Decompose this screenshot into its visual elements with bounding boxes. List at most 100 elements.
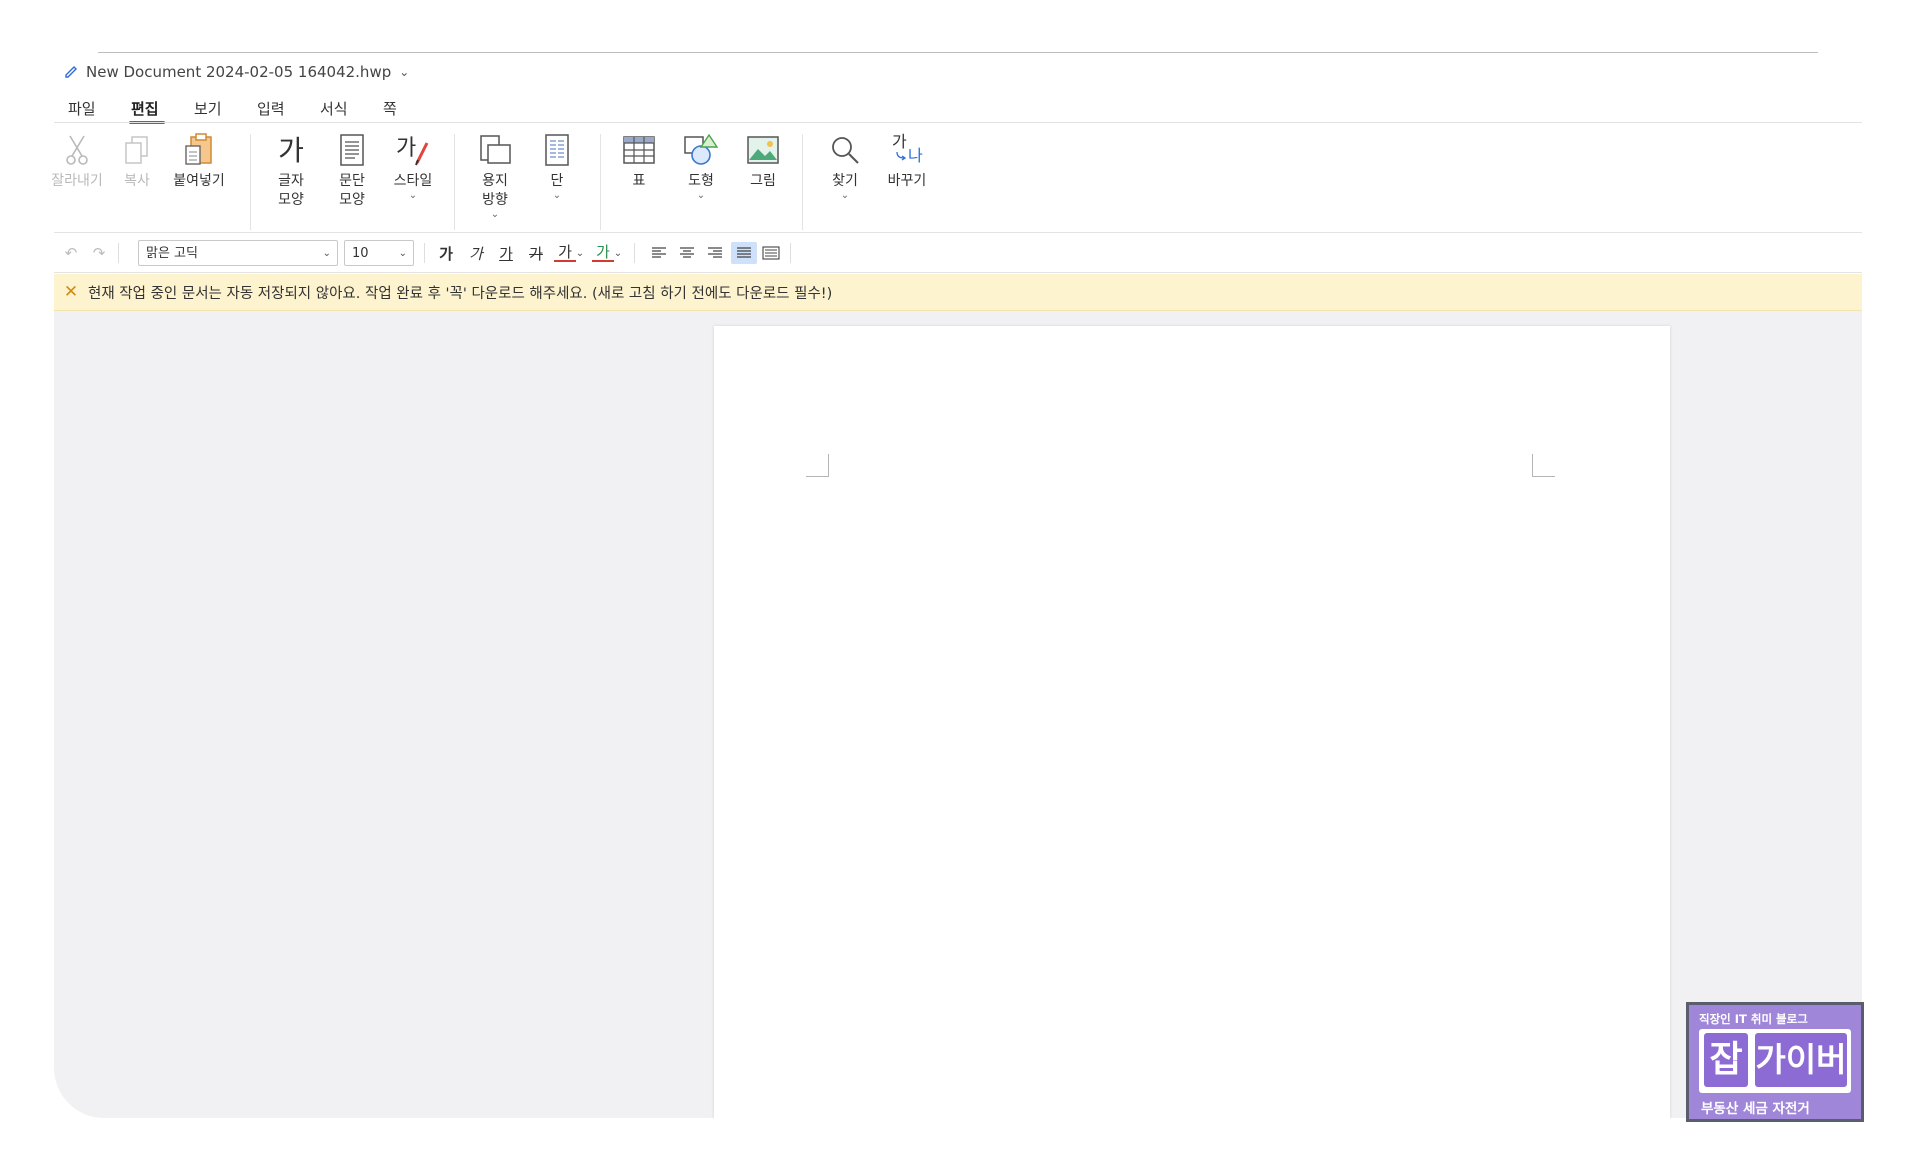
font-size-select[interactable]: 10 ⌄	[344, 240, 414, 266]
para-shape-label-1: 문단	[339, 173, 365, 189]
autosave-notice: ✕ 현재 작업 중인 문서는 자동 저장되지 않아요. 작업 완료 후 '꼭' …	[54, 274, 1862, 311]
watermark-bottom-text: 부동산 세금 자전거	[1701, 1101, 1810, 1117]
document-workspace[interactable]	[54, 311, 1862, 1118]
ribbon-divider	[54, 232, 1862, 233]
page-orientation-label-1: 용지	[482, 173, 508, 189]
chevron-down-icon: ⌄	[408, 190, 418, 201]
redo-icon[interactable]: ↷	[88, 242, 110, 264]
tab-insert[interactable]: 입력	[257, 94, 320, 124]
column-button[interactable]: 단 ⌄	[526, 130, 588, 201]
watermark-top-text: 직장인 IT 취미 블로그	[1699, 1012, 1808, 1026]
watermark-logo: 잡 가이버	[1699, 1029, 1851, 1093]
chevron-down-icon: ⌄	[490, 209, 500, 220]
font-size-value: 10	[352, 246, 369, 261]
paste-icon	[179, 130, 219, 170]
font-name-value: 맑은 고딕	[146, 246, 198, 261]
align-left-icon[interactable]	[648, 242, 670, 264]
chevron-down-icon[interactable]: ⌄	[574, 242, 586, 264]
format-divider	[54, 272, 1862, 273]
font-name-select[interactable]: 맑은 고딕 ⌄	[138, 240, 338, 266]
edit-pencil-icon	[65, 66, 77, 78]
paste-label: 붙여넣기	[173, 173, 225, 189]
tab-file[interactable]: 파일	[68, 94, 131, 124]
chevron-down-icon: ⌄	[840, 190, 850, 201]
shape-button[interactable]: 도형 ⌄	[670, 130, 732, 201]
toolbar-separator	[424, 243, 425, 263]
shape-icon	[681, 130, 721, 170]
copy-label: 복사	[124, 173, 150, 189]
picture-label: 그림	[750, 173, 776, 189]
table-button[interactable]: 표	[608, 130, 670, 191]
ribbon-separator	[250, 134, 251, 230]
chevron-down-icon: ⌄	[696, 190, 706, 201]
watermark-mark-a: 잡	[1704, 1033, 1748, 1087]
char-shape-button[interactable]: 가 글자 모양	[260, 130, 322, 210]
char-shape-icon: 가	[278, 133, 304, 167]
tab-format[interactable]: 서식	[320, 94, 383, 124]
column-label: 단	[550, 173, 564, 189]
strikethrough-button[interactable]: 가	[525, 242, 547, 264]
table-icon	[619, 130, 659, 170]
toolbar-separator	[790, 243, 791, 263]
align-distribute-icon[interactable]	[760, 242, 782, 264]
copy-icon	[117, 130, 157, 170]
toolbar-separator	[634, 243, 635, 263]
picture-icon	[743, 130, 783, 170]
document-page[interactable]	[714, 326, 1670, 1118]
italic-button[interactable]: 가	[465, 242, 487, 264]
notice-text: 현재 작업 중인 문서는 자동 저장되지 않아요. 작업 완료 후 '꼭' 다운…	[88, 285, 833, 302]
copy-button[interactable]: 복사	[106, 130, 168, 191]
picture-button[interactable]: 그림	[732, 130, 794, 191]
chevron-down-icon: ⌄	[552, 190, 562, 201]
paste-button[interactable]: 붙여넣기	[168, 130, 230, 191]
find-button[interactable]: 찾기 ⌄	[814, 130, 876, 201]
chevron-down-icon: ⌄	[398, 248, 407, 259]
ribbon-separator	[802, 134, 803, 230]
chevron-down-icon[interactable]: ⌄	[612, 242, 624, 264]
ribbon-separator	[454, 134, 455, 230]
underline-button[interactable]: 가	[495, 242, 517, 264]
bold-button[interactable]: 가	[435, 242, 457, 264]
replace-button[interactable]: 가 나 바꾸기	[876, 130, 938, 191]
para-shape-label-2: 모양	[339, 192, 365, 208]
close-icon[interactable]: ✕	[54, 282, 88, 302]
tab-view[interactable]: 보기	[194, 94, 257, 124]
highlight-color-button[interactable]: 가	[592, 242, 614, 262]
ribbon-separator	[600, 134, 601, 230]
align-right-icon[interactable]	[704, 242, 726, 264]
blog-watermark: 직장인 IT 취미 블로그 잡 가이버 부동산 세금 자전거	[1686, 1002, 1864, 1122]
shape-label: 도형	[688, 173, 714, 189]
undo-icon[interactable]: ↶	[60, 242, 82, 264]
style-label: 스타일	[393, 173, 433, 189]
style-button[interactable]: 가 스타일 ⌄	[382, 130, 444, 201]
para-shape-button[interactable]: 문단 모양	[321, 130, 383, 210]
menu-tabs: 파일 편집 보기 입력 서식 쪽	[68, 94, 446, 124]
format-toolbar: ↶ ↷ 맑은 고딕 ⌄ 10 ⌄ 가 가 가 가 가 ⌄ 가 ⌄	[54, 234, 1862, 272]
watermark-mark-b: 가이버	[1755, 1033, 1847, 1087]
tab-page[interactable]: 쪽	[383, 94, 446, 124]
cut-button[interactable]: 잘라내기	[46, 130, 108, 191]
document-title-bar[interactable]: New Document 2024-02-05 164042.hwp ⌄	[64, 60, 409, 84]
page-orientation-button[interactable]: 용지 방향 ⌄	[464, 130, 526, 220]
find-label: 찾기	[832, 173, 858, 189]
page-orientation-icon	[475, 130, 515, 170]
svg-text:가: 가	[396, 136, 416, 161]
margin-corner-left	[806, 454, 829, 477]
top-divider	[98, 52, 1818, 53]
table-label: 표	[632, 173, 646, 189]
hwp-editor: New Document 2024-02-05 164042.hwp ⌄ 파일 …	[51, 56, 1862, 1118]
column-icon	[537, 130, 577, 170]
style-icon: 가	[393, 130, 433, 170]
align-center-icon[interactable]	[676, 242, 698, 264]
toolbar-separator	[118, 243, 119, 263]
document-title[interactable]: New Document 2024-02-05 164042.hwp	[86, 63, 391, 81]
align-justify-icon[interactable]	[731, 242, 757, 264]
text-color-button[interactable]: 가	[554, 242, 576, 262]
search-icon	[825, 130, 865, 170]
tab-edit[interactable]: 편집	[129, 94, 194, 124]
menu-divider	[54, 122, 1862, 123]
chevron-down-icon[interactable]: ⌄	[399, 65, 409, 79]
page-orientation-label-2: 방향	[482, 192, 508, 208]
replace-label: 바꾸기	[887, 173, 927, 189]
ribbon-toolbar: 잘라내기 복사 붙여넣기 가 글자 모양 문단 모양 가 스타일 ⌄ 용지 방향…	[51, 124, 1862, 232]
